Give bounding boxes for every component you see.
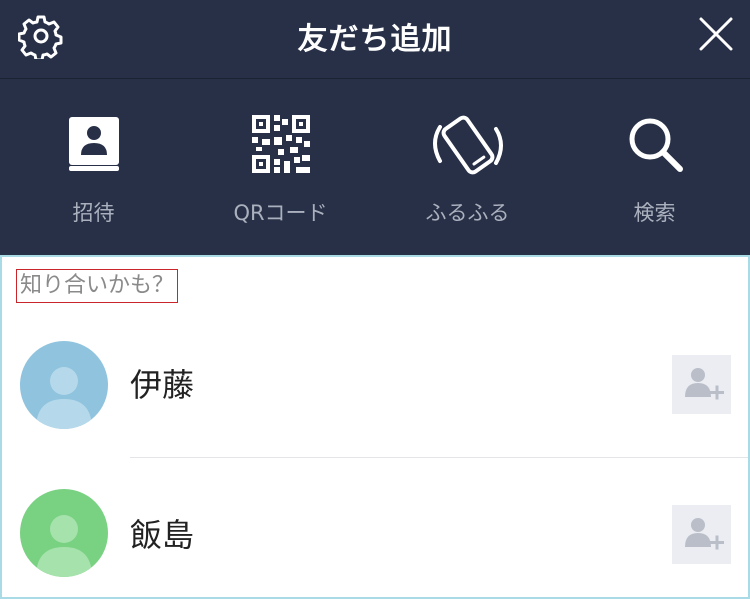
add-user-icon: [685, 518, 724, 550]
friend-name: 伊藤: [130, 366, 195, 404]
add-friend-button[interactable]: [672, 355, 731, 414]
add-method-bar: 招待 QRコード ふるふる 検索: [0, 79, 750, 255]
search-label: 検索: [633, 201, 676, 225]
avatar: [20, 489, 108, 577]
avatar: [20, 341, 108, 429]
invite-label: 招待: [72, 201, 115, 225]
page-title: 友だち追加: [297, 22, 453, 57]
qr-code-icon: [251, 115, 310, 177]
suggested-friend-row[interactable]: 飯島: [2, 457, 748, 597]
shaking-phone-icon: [428, 115, 508, 179]
qr-code-label: QRコード: [233, 201, 328, 225]
invite-button[interactable]: 招待: [0, 79, 187, 255]
qr-code-button[interactable]: QRコード: [187, 79, 374, 255]
search-icon: [626, 115, 684, 177]
add-friend-button[interactable]: [672, 505, 731, 564]
suggested-friend-row[interactable]: 伊藤: [2, 317, 748, 457]
suggestions-panel: 知り合いかも？ 伊藤 飯島: [0, 255, 750, 599]
add-friends-screen: 友だち追加 招待 QRコード ふるふる 検索 知り合いかも？ 伊藤 飯島: [0, 0, 750, 599]
section-title: 知り合いかも？: [16, 269, 179, 303]
friend-name: 飯島: [130, 516, 195, 554]
close-icon: [699, 17, 733, 51]
add-user-icon: [685, 368, 724, 400]
contacts-book-icon: [67, 115, 121, 177]
shake-button[interactable]: ふるふる: [374, 79, 561, 255]
header-bar: 友だち追加: [0, 0, 750, 79]
close-button[interactable]: [698, 16, 734, 52]
shake-label: ふるふる: [425, 201, 510, 225]
search-button[interactable]: 検索: [561, 79, 748, 255]
